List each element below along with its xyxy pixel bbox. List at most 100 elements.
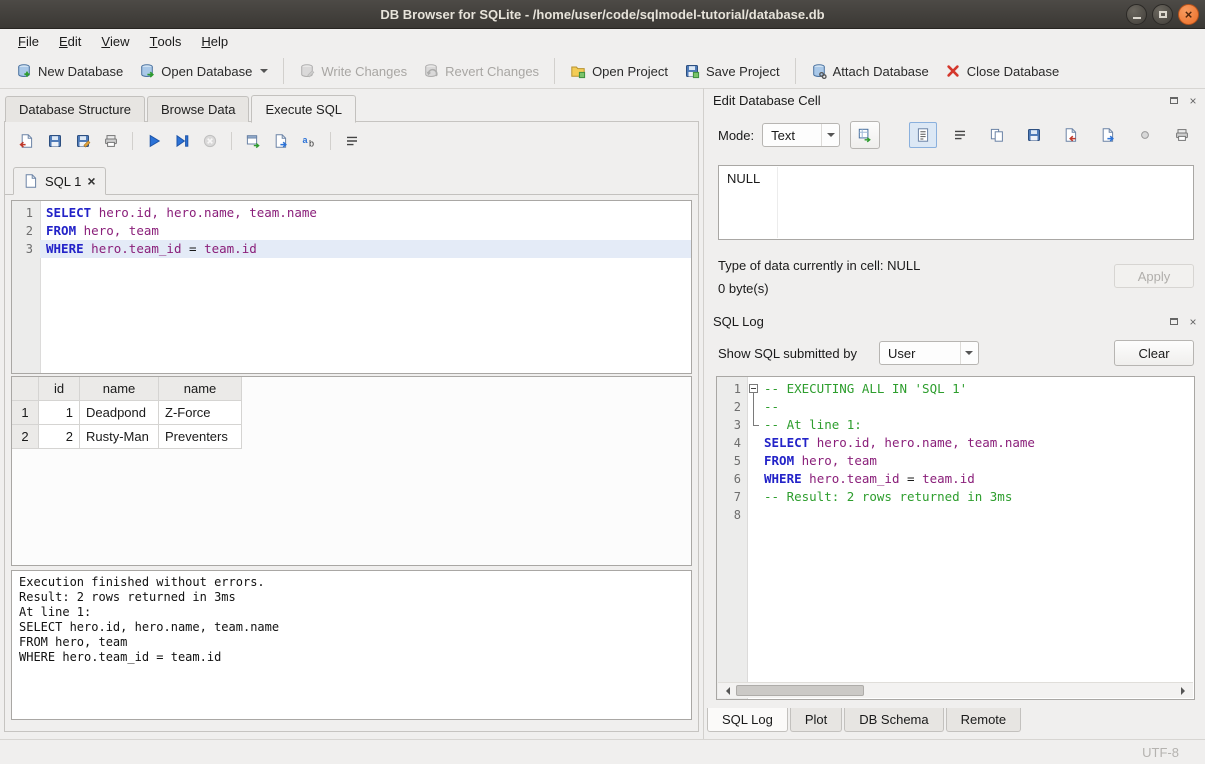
- print-button[interactable]: [97, 128, 125, 154]
- dropdown-caret-icon[interactable]: [260, 69, 268, 77]
- apply-button[interactable]: Apply: [1114, 264, 1194, 288]
- table-cell[interactable]: Preventers: [159, 425, 242, 449]
- import-button[interactable]: [1057, 122, 1085, 148]
- print-button[interactable]: [1168, 122, 1196, 148]
- fold-collapse-icon[interactable]: [749, 384, 758, 393]
- fold-margin[interactable]: [747, 380, 762, 398]
- open-project-icon: [570, 63, 586, 79]
- sql-editor[interactable]: 1SELECT hero.id, hero.name, team.name2FR…: [11, 200, 692, 374]
- menu-file[interactable]: File: [8, 28, 49, 54]
- tab-browse-data[interactable]: Browse Data: [147, 96, 249, 122]
- editor-line[interactable]: 1SELECT hero.id, hero.name, team.name: [12, 204, 691, 222]
- save-sql-file-icon: [1026, 127, 1042, 143]
- table-cell[interactable]: Deadpond: [80, 401, 159, 425]
- editor-line[interactable]: 2FROM hero, team: [12, 222, 691, 240]
- horizontal-scrollbar[interactable]: [718, 682, 1193, 698]
- clear-log-button[interactable]: Clear: [1114, 340, 1194, 366]
- column-header-name[interactable]: name: [80, 377, 159, 401]
- table-cell[interactable]: Rusty-Man: [80, 425, 159, 449]
- tab-db-schema[interactable]: DB Schema: [844, 708, 943, 732]
- minimize-button[interactable]: [1126, 4, 1147, 25]
- text-mode-button[interactable]: [909, 122, 937, 148]
- write-changes-icon: [299, 63, 315, 79]
- column-header-id[interactable]: id: [39, 377, 80, 401]
- line-number: 2: [12, 222, 40, 240]
- dock-close-icon[interactable]: ×: [1186, 315, 1200, 328]
- sql-tab[interactable]: SQL 1 ×: [13, 167, 106, 195]
- save-project-button[interactable]: Save Project: [676, 59, 788, 83]
- log-line[interactable]: 8: [717, 506, 1194, 524]
- tab-plot[interactable]: Plot: [790, 708, 842, 732]
- save-sql-file-button[interactable]: [1020, 122, 1048, 148]
- open-project-button[interactable]: Open Project: [562, 59, 676, 83]
- tab-database-structure[interactable]: Database Structure: [5, 96, 145, 122]
- table-cell[interactable]: 2: [39, 425, 80, 449]
- toolbar-button-label: Attach Database: [833, 64, 929, 79]
- menu-tools[interactable]: Tools: [140, 28, 192, 54]
- new-window-button[interactable]: [239, 128, 267, 154]
- titlebar[interactable]: DB Browser for SQLite - /home/user/code/…: [0, 0, 1205, 29]
- cell-content-editor[interactable]: NULL: [718, 165, 1194, 240]
- open-database-button[interactable]: Open Database: [131, 59, 276, 83]
- editor-line[interactable]: 3WHERE hero.team_id = team.id: [12, 240, 691, 258]
- log-line[interactable]: 1-- EXECUTING ALL IN 'SQL 1': [717, 380, 1194, 398]
- column-header-name[interactable]: name: [159, 377, 242, 401]
- execute-all-button[interactable]: [140, 128, 168, 154]
- word-wrap-button[interactable]: [946, 122, 974, 148]
- log-line[interactable]: 5FROM hero, team: [717, 452, 1194, 470]
- menu-edit[interactable]: Edit: [49, 28, 91, 54]
- table-cell[interactable]: Z-Force: [159, 401, 242, 425]
- log-line[interactable]: 7-- Result: 2 rows returned in 3ms: [717, 488, 1194, 506]
- save-project-icon: [684, 63, 700, 79]
- close-button[interactable]: ×: [1178, 4, 1199, 25]
- dock-float-icon[interactable]: [1167, 94, 1181, 107]
- tab-sql-log[interactable]: SQL Log: [707, 708, 788, 732]
- attach-database-button[interactable]: Attach Database: [803, 59, 937, 83]
- save-sql-file-button[interactable]: [41, 128, 69, 154]
- menu-help[interactable]: Help: [191, 28, 238, 54]
- dock-close-icon[interactable]: ×: [1186, 94, 1200, 107]
- toolbar-separator: [330, 132, 331, 150]
- log-line[interactable]: 2--: [717, 398, 1194, 416]
- close-database-button[interactable]: Close Database: [937, 59, 1068, 83]
- scroll-left-icon[interactable]: [718, 683, 734, 698]
- tab-remote[interactable]: Remote: [946, 708, 1022, 732]
- menu-view[interactable]: View: [91, 28, 139, 54]
- dock-float-icon[interactable]: [1167, 315, 1181, 328]
- sql-tab-close-icon[interactable]: ×: [87, 175, 95, 187]
- export-button[interactable]: [1094, 122, 1122, 148]
- log-line[interactable]: 6WHERE hero.team_id = team.id: [717, 470, 1194, 488]
- text-mode-icon: [915, 127, 931, 143]
- new-database-button[interactable]: New Database: [8, 59, 131, 83]
- mode-combobox[interactable]: Text: [762, 123, 840, 147]
- row-header[interactable]: 1: [12, 401, 39, 425]
- scroll-right-icon[interactable]: [1177, 683, 1193, 698]
- log-filter-combobox[interactable]: User: [879, 341, 979, 365]
- toolbar-button-label: Save Project: [706, 64, 780, 79]
- toolbar-button-label: Write Changes: [321, 64, 407, 79]
- tab-execute-sql[interactable]: Execute SQL: [251, 95, 356, 123]
- save-as-button[interactable]: [69, 128, 97, 154]
- copy-button[interactable]: [983, 122, 1011, 148]
- log-line[interactable]: 4SELECT hero.id, hero.name, team.name: [717, 434, 1194, 452]
- export-button[interactable]: [267, 128, 295, 154]
- cell-type-text: Type of data currently in cell: NULL: [718, 258, 920, 273]
- sql-log-view[interactable]: 1-- EXECUTING ALL IN 'SQL 1'2--3-- At li…: [716, 376, 1195, 700]
- maximize-button[interactable]: [1152, 4, 1173, 25]
- format-sql-button[interactable]: ab: [295, 128, 323, 154]
- word-wrap-button[interactable]: [338, 128, 366, 154]
- log-line[interactable]: 3-- At line 1:: [717, 416, 1194, 434]
- fold-margin: [747, 488, 762, 506]
- grid-corner[interactable]: [12, 377, 39, 401]
- edit-cell-mode-row: Mode: Text: [718, 121, 1196, 149]
- import-from-file-button[interactable]: [850, 121, 880, 149]
- set-null-button[interactable]: [1131, 122, 1159, 148]
- results-grid[interactable]: idnamename11DeadpondZ-Force22Rusty-ManPr…: [11, 376, 692, 566]
- scrollbar-thumb[interactable]: [736, 685, 864, 696]
- execute-line-button[interactable]: [168, 128, 196, 154]
- statusbar: UTF-8: [0, 739, 1205, 764]
- row-header[interactable]: 2: [12, 425, 39, 449]
- table-cell[interactable]: 1: [39, 401, 80, 425]
- open-sql-file-button[interactable]: [13, 128, 41, 154]
- scrollbar-track[interactable]: [734, 683, 1177, 698]
